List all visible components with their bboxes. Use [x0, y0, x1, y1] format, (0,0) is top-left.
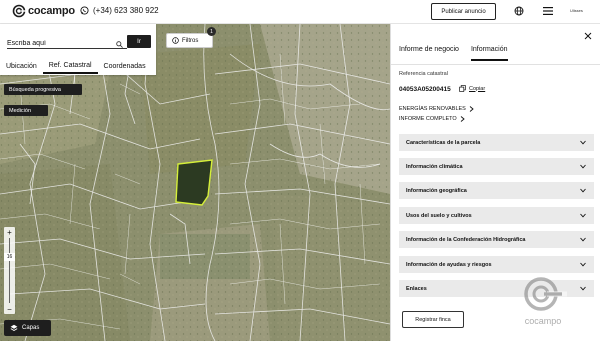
- section-geography[interactable]: Información geográfica: [399, 182, 594, 199]
- close-icon[interactable]: [584, 32, 592, 40]
- globe-icon[interactable]: [514, 6, 524, 16]
- filters-label: Filtros: [182, 37, 199, 44]
- progressive-search-button[interactable]: Búsqueda progresiva: [4, 84, 82, 95]
- register-property-button[interactable]: Registrar finca: [402, 311, 464, 328]
- brand-watermark: cocampo: [517, 274, 567, 340]
- tab-business-report[interactable]: Informe de negocio: [399, 46, 459, 61]
- zoom-level: 16: [4, 253, 15, 261]
- search-input[interactable]: [7, 39, 127, 49]
- filters-button[interactable]: Filtros: [166, 33, 213, 48]
- section-parcel-features[interactable]: Características de la parcela: [399, 134, 594, 151]
- tab-coordinates[interactable]: Coordenadas: [98, 58, 152, 74]
- parcel-info-panel: Informe de negocio Información Referenci…: [390, 24, 600, 341]
- cocampo-logo-icon: [524, 277, 567, 311]
- section-label: Información de ayudas y riesgos: [406, 261, 492, 268]
- watermark-text: cocampo: [524, 316, 562, 326]
- chevron-down-icon: [580, 237, 586, 242]
- copy-icon: [459, 85, 466, 92]
- top-bar: cocampo (+34) 623 380 922 Publicar anunc…: [0, 0, 600, 24]
- chevron-down-icon: [580, 188, 586, 193]
- section-hydrographic[interactable]: Información de la Confederación Hidrográ…: [399, 231, 594, 248]
- brand-logo[interactable]: cocampo: [12, 4, 75, 18]
- chevron-down-icon: [580, 164, 586, 169]
- cadastral-ref-value: 04053A05200415: [399, 86, 451, 93]
- chevron-down-icon: [580, 140, 586, 145]
- tab-location[interactable]: Ubicación: [0, 58, 43, 74]
- search-icon[interactable]: [116, 41, 123, 48]
- layers-button[interactable]: Capas: [4, 320, 51, 336]
- section-label: Información geográfica: [406, 187, 467, 194]
- tab-information[interactable]: Información: [470, 46, 508, 61]
- full-report-link[interactable]: INFORME COMPLETO: [399, 116, 465, 122]
- copy-label: Copiar: [469, 85, 486, 92]
- section-label: Información de la Confederación Hidrográ…: [406, 236, 526, 243]
- cocampo-logo-icon: [12, 4, 26, 18]
- search-panel: Ir Ubicación Ref. Catastral Coordenadas: [0, 24, 156, 75]
- full-report-label: INFORME COMPLETO: [399, 116, 457, 122]
- renewable-energy-link[interactable]: ENERGÍAS RENOVABLES: [399, 106, 474, 112]
- cadastral-ref-label: Referencia catastral: [399, 71, 448, 77]
- section-land-use[interactable]: Usos del suelo y cultivos: [399, 207, 594, 224]
- measure-button[interactable]: Medición: [4, 105, 48, 116]
- chevron-right-icon: [460, 116, 465, 122]
- section-aid-risks[interactable]: Información de ayudas y riesgos: [399, 256, 594, 273]
- zoom-in-button[interactable]: +: [4, 227, 15, 237]
- selected-parcel[interactable]: [175, 159, 213, 206]
- phone-contact[interactable]: (+34) 623 380 922: [80, 6, 159, 15]
- panel-tabs: Informe de negocio Información: [399, 46, 520, 61]
- hamburger-menu-icon[interactable]: [543, 7, 553, 15]
- layers-label: Capas: [22, 325, 40, 331]
- copy-button[interactable]: Copiar: [459, 85, 485, 92]
- chevron-down-icon: [580, 262, 586, 267]
- zoom-out-button[interactable]: −: [4, 304, 15, 314]
- search-tabs: Ubicación Ref. Catastral Coordenadas: [0, 57, 156, 75]
- zoom-control: + 16 −: [4, 227, 15, 314]
- chevron-down-icon: [580, 213, 586, 218]
- section-label: Enlaces: [406, 285, 427, 292]
- tabs-divider: [391, 64, 600, 65]
- whatsapp-icon: [80, 6, 89, 15]
- section-climate[interactable]: Información climática: [399, 158, 594, 175]
- info-icon: [172, 37, 179, 44]
- go-button[interactable]: Ir: [127, 35, 151, 48]
- filters-count-badge: 1: [207, 27, 216, 36]
- section-label: Información climática: [406, 163, 463, 170]
- layers-icon: [10, 324, 18, 332]
- brand-name: cocampo: [28, 5, 75, 17]
- section-label: Usos del suelo y cultivos: [406, 212, 472, 219]
- section-label: Características de la parcela: [406, 139, 481, 146]
- tab-cadastral-ref[interactable]: Ref. Catastral: [42, 58, 98, 74]
- publish-listing-button[interactable]: Publicar anuncio: [431, 3, 496, 20]
- renewable-energy-label: ENERGÍAS RENOVABLES: [399, 106, 466, 112]
- chevron-down-icon: [580, 286, 586, 291]
- zoom-slider-track[interactable]: [9, 238, 10, 303]
- phone-number: (+34) 623 380 922: [93, 6, 159, 15]
- partner-logo: Ulisses: [570, 8, 583, 13]
- chevron-right-icon: [469, 106, 474, 112]
